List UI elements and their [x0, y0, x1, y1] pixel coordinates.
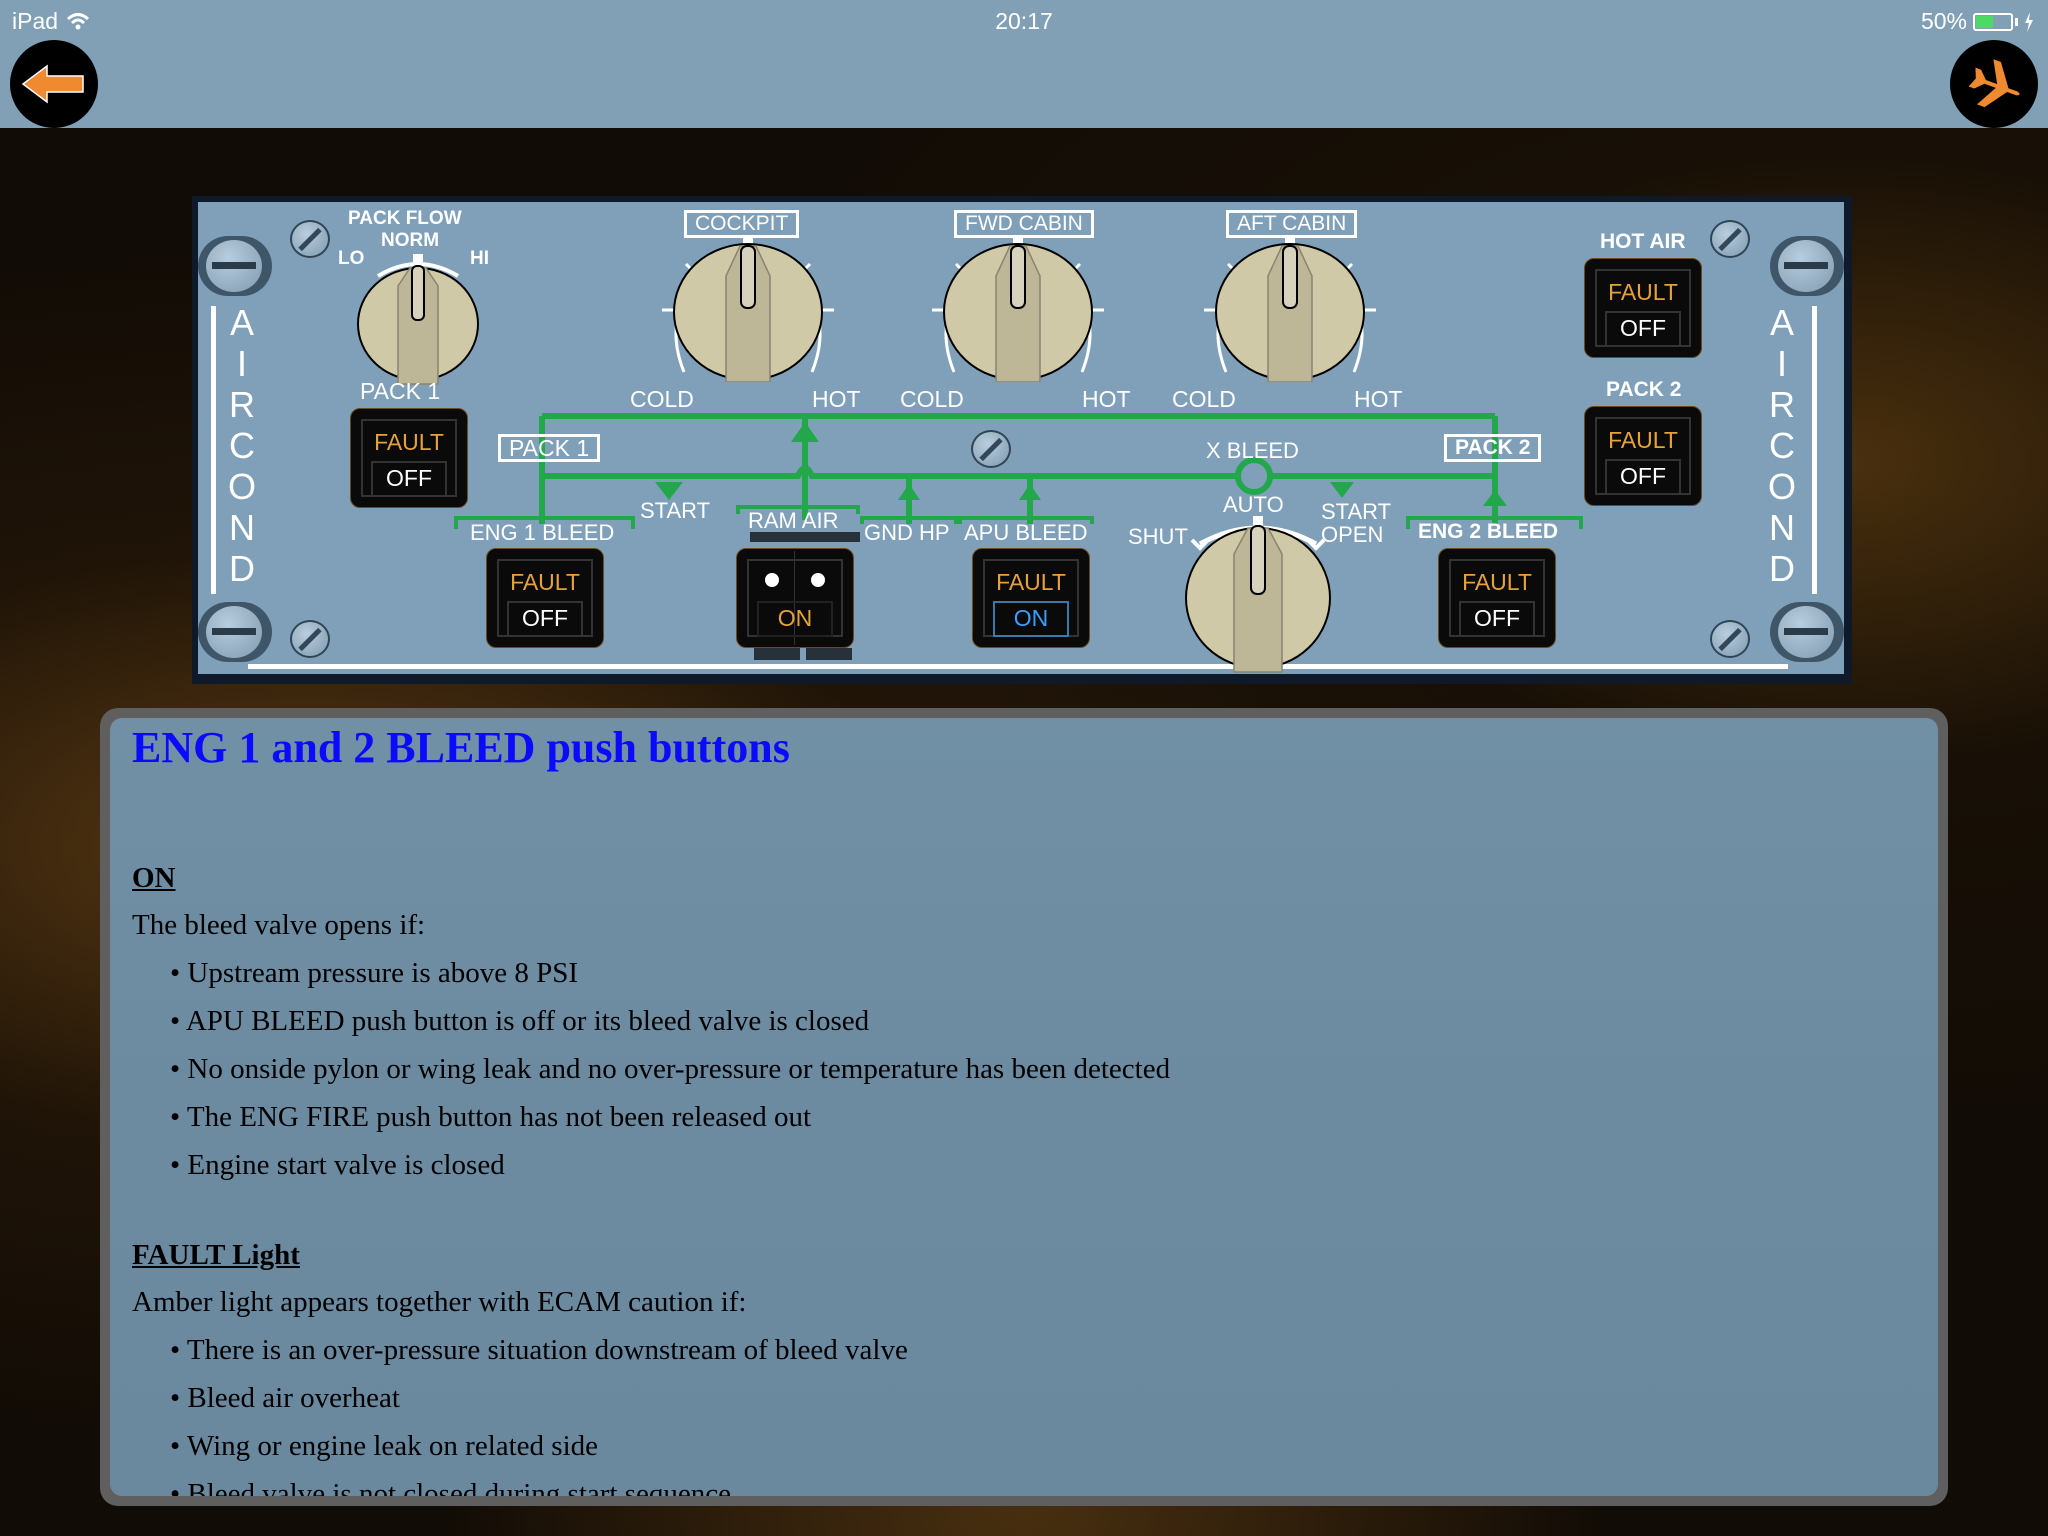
flow-arrow: [1483, 490, 1507, 506]
section-intro: Amber light appears together with ECAM c…: [132, 1286, 747, 1318]
ram-air-indicator-dot: [811, 573, 825, 587]
cockpit-cold-label: COLD: [630, 386, 694, 412]
bullet-item: Engine start valve is closed: [170, 1141, 1918, 1189]
pack2-off-light: OFF: [1605, 459, 1681, 495]
bullet-item: No onside pylon or wing leak and no over…: [170, 1045, 1918, 1093]
apu-bleed-on-light: ON: [993, 601, 1069, 637]
cockpit-temp-selector-knob[interactable]: [658, 232, 838, 382]
battery-cap: [2015, 17, 2018, 26]
aircraft-home-button[interactable]: [1950, 40, 2038, 128]
flow-arrow: [791, 422, 819, 442]
bullet-item: There is an over-pressure situation down…: [170, 1326, 1918, 1374]
flow-arrow: [898, 484, 920, 500]
air-cond-panel-frame: AIRCOND AIRCOND PACK FLOW NORM LO HI PAC…: [192, 196, 1852, 684]
pack-flow-selector-knob[interactable]: [348, 246, 488, 386]
eng1-bleed-off-light: OFF: [507, 601, 583, 637]
charging-bolt-icon: [2025, 11, 2033, 32]
section-bullets: Upstream pressure is above 8 PSI APU BLE…: [132, 949, 1918, 1189]
bullet-item: Wing or engine leak on related side: [170, 1422, 1918, 1470]
hot-air-fault-light: FAULT: [1608, 279, 1678, 305]
section-heading: FAULT Light: [132, 1239, 300, 1271]
bullet-item: Bleed air overheat: [170, 1374, 1918, 1422]
fwd-cabin-hot-label: HOT: [1082, 386, 1131, 412]
pack-flow-title: PACK FLOW: [348, 208, 462, 229]
description-content: ENG 1 and 2 BLEED push buttons ON The bl…: [132, 718, 1918, 1496]
section-fault-light: FAULT Light Amber light appears together…: [132, 1231, 1918, 1496]
description-card: ENG 1 and 2 BLEED push buttons ON The bl…: [100, 708, 1948, 1506]
ram-air-guard-top: [750, 532, 860, 542]
apu-bleed-label: APU BLEED: [964, 520, 1088, 545]
eng2-bleed-label: ENG 2 BLEED: [1418, 520, 1559, 543]
ram-air-guard-bottom: [806, 648, 852, 660]
eng2-bleed-push-button[interactable]: FAULT OFF: [1438, 548, 1556, 648]
duct-line: [542, 465, 1495, 479]
section-heading: ON: [132, 862, 176, 894]
ram-air-push-button[interactable]: ON: [736, 548, 854, 648]
pack1-push-button[interactable]: FAULT OFF: [350, 408, 468, 508]
ram-air-indicator-dot: [765, 573, 779, 587]
aft-cabin-hot-label: HOT: [1354, 386, 1403, 412]
description-scroll-area[interactable]: ENG 1 and 2 BLEED push buttons ON The bl…: [110, 718, 1938, 1496]
x-bleed-label: X BLEED: [1206, 438, 1299, 463]
back-arrow-icon: [21, 64, 84, 104]
pack2-push-button[interactable]: FAULT OFF: [1584, 406, 1702, 506]
hot-air-push-button[interactable]: FAULT OFF: [1584, 258, 1702, 358]
x-bleed-selector-knob[interactable]: [1178, 514, 1338, 674]
hot-air-off-light: OFF: [1605, 311, 1681, 347]
pack2-duct-label: PACK 2: [1444, 434, 1542, 462]
ram-air-on-light: ON: [757, 601, 833, 637]
x-bleed-valve-symbol: [1235, 457, 1273, 495]
battery-percent: 50%: [1920, 8, 1967, 34]
ram-air-guard-bottom: [754, 648, 800, 660]
top-bar: iPad 20:17 50%: [0, 0, 2048, 128]
ram-air-label: RAM AIR: [748, 508, 839, 533]
gnd-hp-label: GND HP: [864, 520, 950, 545]
eng2-bleed-off-light: OFF: [1459, 601, 1535, 637]
eng2-bleed-fault-light: FAULT: [1462, 569, 1532, 595]
aft-cabin-temp-selector-knob[interactable]: [1200, 232, 1380, 382]
eng1-bleed-fault-light: FAULT: [510, 569, 580, 595]
status-right: 50%: [1921, 8, 2034, 35]
apu-bleed-push-button[interactable]: FAULT ON: [972, 548, 1090, 648]
flow-arrow: [1019, 484, 1041, 500]
eng1-bleed-push-button[interactable]: FAULT OFF: [486, 548, 604, 648]
section-intro: The bleed valve opens if:: [132, 909, 426, 941]
flow-arrow: [1330, 482, 1354, 498]
pack1-off-light: OFF: [371, 461, 447, 497]
pack1-fault-light: FAULT: [374, 429, 444, 455]
back-button[interactable]: [10, 40, 98, 128]
section-on: ON The bleed valve opens if: Upstream pr…: [132, 854, 1918, 1189]
battery-icon: [1973, 12, 2013, 31]
air-cond-panel: AIRCOND AIRCOND PACK FLOW NORM LO HI PAC…: [198, 202, 1844, 674]
pack1-duct-label: PACK 1: [498, 434, 601, 462]
start-duct-label: START: [640, 498, 711, 523]
cockpit-hot-label: HOT: [812, 386, 861, 412]
bullet-item: APU BLEED push button is off or its blee…: [170, 997, 1918, 1045]
bullet-item: Upstream pressure is above 8 PSI: [170, 949, 1918, 997]
fwd-cabin-cold-label: COLD: [900, 386, 964, 412]
airplane-icon: [1968, 59, 2020, 108]
apu-bleed-fault-light: FAULT: [996, 569, 1066, 595]
fwd-cabin-temp-selector-knob[interactable]: [928, 232, 1108, 382]
pack2-fault-light: FAULT: [1608, 427, 1678, 453]
pack2-label: PACK 2: [1606, 378, 1682, 401]
aft-cabin-cold-label: COLD: [1172, 386, 1236, 412]
status-time: 20:17: [995, 8, 1053, 34]
description-title: ENG 1 and 2 BLEED push buttons: [132, 723, 790, 772]
hot-air-label: HOT AIR: [1600, 230, 1686, 253]
section-bullets: There is an over-pressure situation down…: [132, 1326, 1918, 1496]
bullet-item: The ENG FIRE push button has not been re…: [170, 1093, 1918, 1141]
eng1-bleed-label: ENG 1 BLEED: [470, 520, 615, 545]
battery-fill: [1976, 15, 1993, 28]
pack1-label: PACK 1: [360, 378, 441, 404]
bullet-item: Bleed valve is not closed during start s…: [170, 1470, 1918, 1496]
